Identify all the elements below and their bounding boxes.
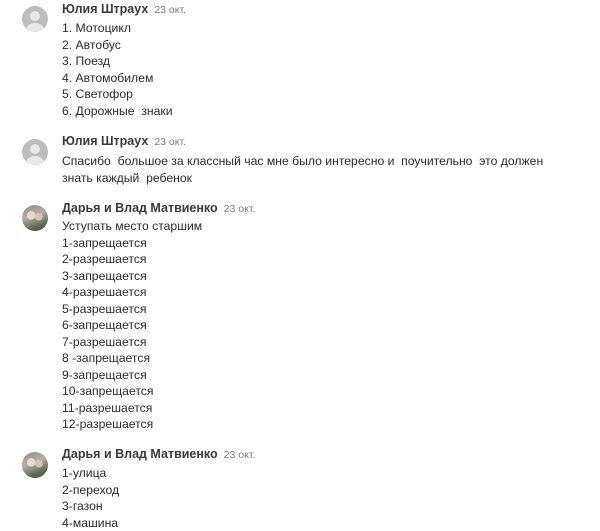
comment-line: 5-разрешается [62,301,582,318]
comment-date[interactable]: 23 окт. [224,449,256,461]
comment-author[interactable]: Юлия Штраух [62,2,148,16]
comment-line: Уступать место старшим [62,218,582,235]
comment-header: Дарья и Влад Матвиенко 23 окт. [62,200,255,216]
comment-line: 7-разрешается [62,334,582,351]
comment-line: 5. Светофор [62,86,582,103]
comment-header: Юлия Штраух 23 окт. [62,1,186,17]
user-avatar[interactable] [22,6,48,32]
comment-line: 2-разрешается [62,251,582,268]
comment-line: 4. Автомобилем [62,70,582,87]
comment-header: Дарья и Влад Матвиенко 23 окт. [62,446,255,462]
comment-line: 4-машина [62,515,582,531]
comment-line: 6. Дорожные знаки [62,103,582,120]
comment-date[interactable]: 23 окт. [224,203,256,215]
comment-header: Юлия Штраух 23 окт. [62,133,186,149]
comment-author[interactable]: Дарья и Влад Матвиенко [62,201,218,215]
comment-date[interactable]: 23 окт. [154,4,186,16]
comment-line: 4-разрешается [62,284,582,301]
comment-body: 1. Мотоцикл 2. Автобус 3. Поезд 4. Автом… [62,20,582,119]
comment-line: 1-запрещается [62,235,582,252]
comment-line: 6-запрещается [62,317,582,334]
comment-line: 1-улица [62,465,582,482]
comment-text: Спасибо большое за классный час мне было… [62,153,562,186]
user-avatar[interactable] [22,452,48,478]
comment-line: 1. Мотоцикл [62,20,582,37]
user-avatar[interactable] [22,205,48,231]
comment-line: 3-газон [62,498,582,515]
comment-body: Уступать место старшим 1-запрещается 2-р… [62,218,582,433]
comment-author[interactable]: Дарья и Влад Матвиенко [62,447,218,461]
comment-author[interactable]: Юлия Штраух [62,134,148,148]
comment-line: 3. Поезд [62,53,582,70]
comment-line: 3-запрещается [62,268,582,285]
comment-line: 10-запрещается [62,383,582,400]
comment-line: 8 -запрещается [62,350,582,367]
comment-date[interactable]: 23 окт. [154,136,186,148]
comment-line: 2-переход [62,482,582,499]
comment-line: 12-разрешается [62,416,582,433]
user-avatar[interactable] [22,139,48,165]
comment-line: 9-запрещается [62,367,582,384]
comment-body: 1-улица 2-переход 3-газон 4-машина [62,465,582,531]
comment-line: 11-разрешается [62,400,582,417]
comment-line: 2. Автобус [62,37,582,54]
